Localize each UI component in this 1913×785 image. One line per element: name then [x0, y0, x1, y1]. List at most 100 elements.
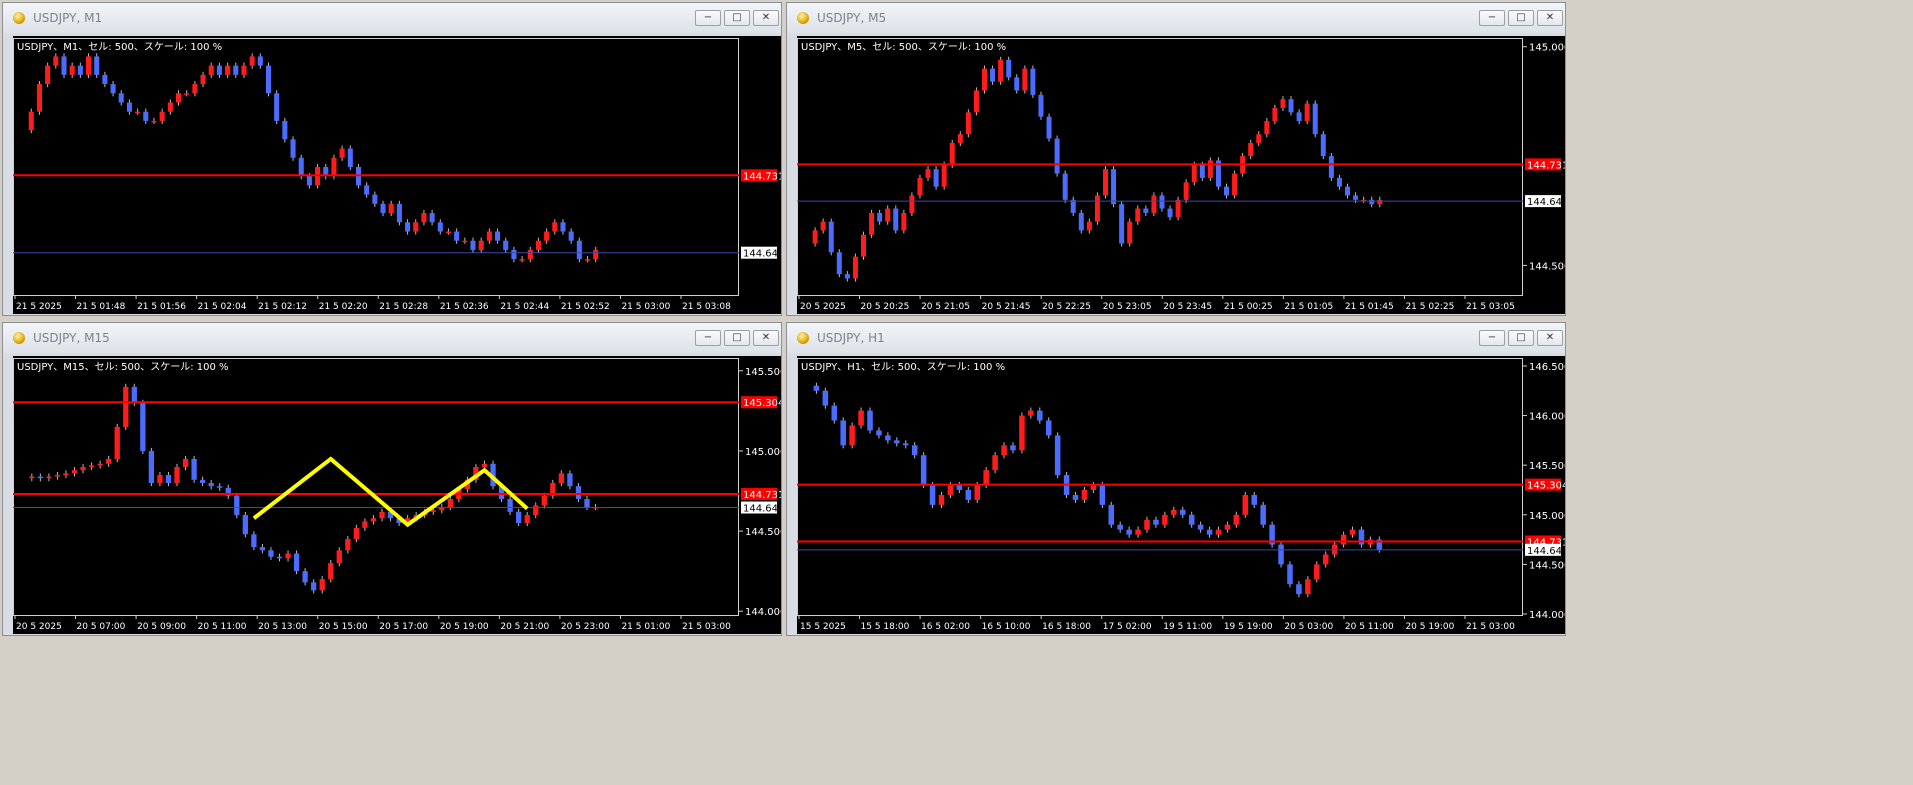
candle-body — [225, 65, 231, 75]
candle-body — [1353, 195, 1359, 200]
candle-body — [61, 56, 67, 75]
chart-canvas[interactable]: USDJPY、M15、セル: 500、スケール: 100 % 145.500 145… — [13, 356, 781, 634]
candle-body — [849, 425, 855, 446]
candle-body — [1010, 445, 1016, 451]
chart-window-m1[interactable]: USDJPY, M1 − □ ✕ USDJPY、M1、セル: 500、スケール: 100… — [2, 2, 782, 316]
candle-body — [241, 65, 247, 75]
time-label: 20 5 03:00 — [1284, 622, 1333, 632]
candle-body — [974, 485, 981, 500]
chart-canvas[interactable]: USDJPY、H1、セル: 500、スケール: 100 % 146.500 146.… — [797, 356, 1565, 634]
maximize-icon[interactable]: □ — [724, 10, 750, 26]
chart-canvas[interactable]: USDJPY、M5、セル: 500、スケール: 100 % 145.000 144.… — [797, 36, 1565, 314]
candle-body — [1045, 420, 1052, 436]
close-icon[interactable]: ✕ — [753, 10, 779, 26]
window-titlebar[interactable]: USDJPY, M1 − □ ✕ — [3, 3, 781, 33]
candle-body — [1197, 524, 1204, 530]
minimize-icon[interactable]: − — [695, 10, 721, 26]
price-label: 146.500 — [1529, 362, 1565, 373]
candle-body — [45, 65, 51, 85]
candle-body — [379, 511, 385, 519]
candle-body — [541, 495, 547, 506]
candle-body — [274, 93, 280, 121]
window-titlebar[interactable]: USDJPY, M15 − □ ✕ — [3, 323, 781, 353]
candle-body — [909, 195, 915, 213]
time-label: 21 5 02:28 — [379, 302, 428, 312]
time-label: 21 5 01:05 — [1284, 302, 1333, 312]
candle-body — [507, 499, 513, 512]
time-label: 20 5 23:00 — [561, 622, 610, 632]
plot-frame — [13, 38, 739, 296]
chart-caption: USDJPY、M15、セル: 500、スケール: 100 % — [17, 361, 229, 373]
candle-body — [37, 476, 44, 479]
candle-body — [200, 74, 206, 85]
minimize-icon[interactable]: − — [695, 330, 721, 346]
candle-body — [852, 256, 858, 279]
close-icon[interactable]: ✕ — [1537, 10, 1563, 26]
maximize-icon[interactable]: □ — [1508, 330, 1534, 346]
candle-body — [157, 474, 163, 483]
minimize-icon[interactable]: − — [1479, 10, 1505, 26]
window-title: USDJPY, M1 — [33, 11, 103, 25]
candle-body — [965, 112, 971, 135]
candle-body — [1280, 99, 1286, 108]
candle-body — [1251, 494, 1258, 505]
window-titlebar[interactable]: USDJPY, H1 − □ ✕ — [787, 323, 1565, 353]
candle-body — [259, 547, 266, 551]
chart-window-m15[interactable]: USDJPY, M15 − □ ✕ USDJPY、M15、セル: 500、スケール: 1… — [2, 322, 782, 636]
time-label: 21 5 02:25 — [1405, 302, 1454, 312]
candle-body — [216, 65, 222, 75]
minimize-icon[interactable]: − — [1479, 330, 1505, 346]
candle-body — [576, 240, 582, 260]
candle-body — [990, 68, 996, 82]
candle-body — [584, 259, 591, 261]
close-icon[interactable]: ✕ — [753, 330, 779, 346]
candle-body — [298, 157, 304, 177]
candle-body — [347, 148, 353, 167]
candle-body — [1127, 221, 1133, 244]
candle-body — [63, 473, 69, 475]
candle-body — [917, 177, 923, 196]
chart-window-h1[interactable]: USDJPY, H1 − □ ✕ USDJPY、H1、セル: 500、スケール: 100… — [786, 322, 1566, 636]
app-icon — [13, 332, 25, 344]
time-label: 16 5 10:00 — [982, 622, 1031, 632]
maximize-icon[interactable]: □ — [1508, 10, 1534, 26]
time-label: 15 5 2025 — [800, 622, 846, 632]
time-label: 20 5 07:00 — [77, 622, 126, 632]
candle-body — [135, 111, 141, 114]
time-label: 21 5 02:20 — [319, 302, 368, 312]
time-label: 16 5 18:00 — [1042, 622, 1091, 632]
window-titlebar[interactable]: USDJPY, M5 − □ ✕ — [787, 3, 1565, 33]
candle-body — [1224, 524, 1231, 530]
chart-caption: USDJPY、H1、セル: 500、スケール: 100 % — [801, 361, 1005, 373]
candle-body — [249, 56, 255, 66]
chart-window-m5[interactable]: USDJPY, M5 − □ ✕ USDJPY、M5、セル: 500、スケール: 100… — [786, 2, 1566, 316]
candle-body — [516, 511, 522, 524]
candle-body — [293, 553, 300, 572]
candle-body — [268, 550, 274, 557]
candle-body — [1223, 186, 1230, 196]
candle-body — [339, 148, 345, 158]
candle-body — [80, 466, 86, 471]
price-label: 145.000 — [745, 447, 781, 458]
price-label: 144.500 — [745, 527, 781, 538]
candle-body — [396, 203, 402, 223]
time-label: 21 5 02:04 — [198, 302, 247, 312]
candle-body — [511, 249, 517, 260]
candle-body — [867, 410, 873, 431]
candle-body — [370, 518, 377, 522]
candle-body — [1054, 138, 1060, 174]
maximize-icon[interactable]: □ — [724, 330, 750, 346]
candle-body — [364, 185, 370, 195]
candle-body — [812, 230, 818, 244]
candle-body — [1191, 164, 1197, 183]
candle-body — [558, 473, 565, 483]
app-icon — [797, 12, 809, 24]
candle-body — [1312, 103, 1318, 135]
candle-body — [560, 222, 566, 232]
candle-body — [1102, 169, 1109, 196]
chart-canvas[interactable]: USDJPY、M1、セル: 500、スケール: 100 % 144.731 144.… — [13, 36, 781, 314]
close-icon[interactable]: ✕ — [1537, 330, 1563, 346]
plot-frame — [13, 358, 739, 616]
time-label: 21 5 00:25 — [1224, 302, 1273, 312]
candle-body — [965, 489, 972, 500]
